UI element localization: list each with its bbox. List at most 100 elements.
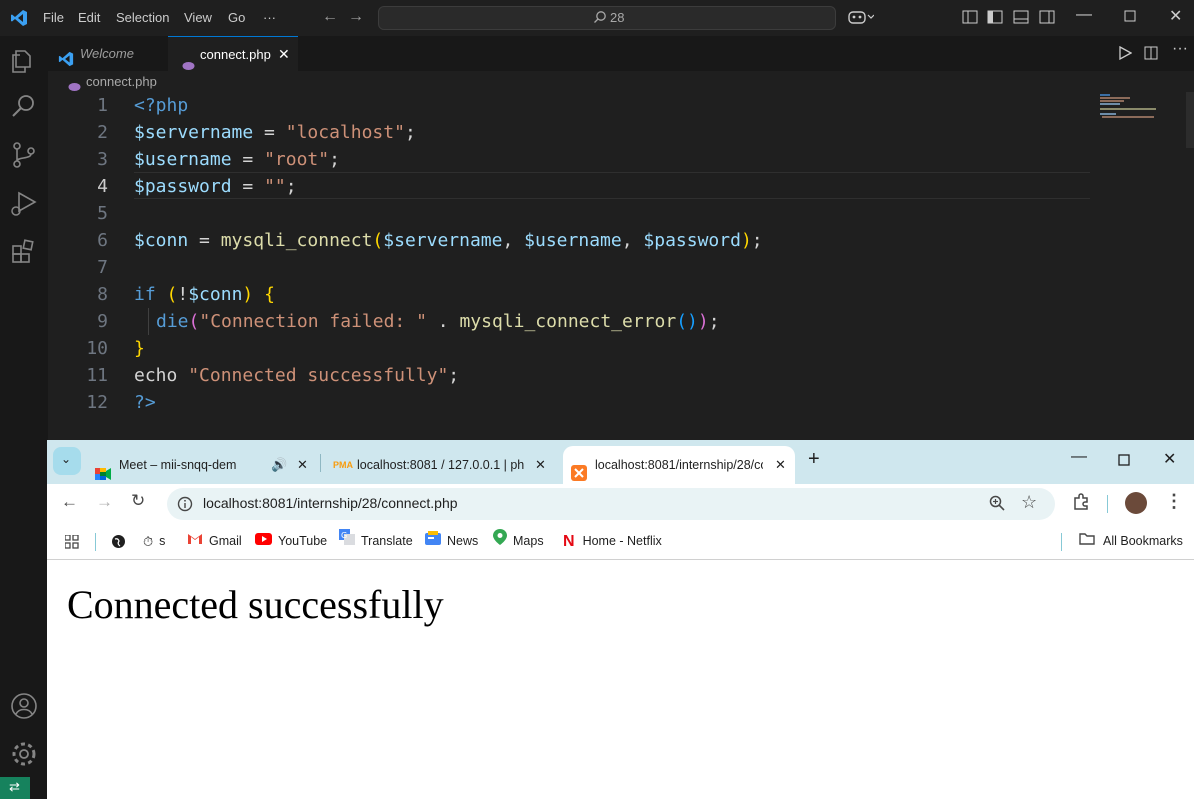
command-center-search[interactable]: 28 bbox=[378, 6, 836, 30]
folder-icon bbox=[1079, 524, 1095, 559]
run-debug-icon[interactable] bbox=[10, 189, 38, 217]
svg-text:G: G bbox=[341, 531, 347, 540]
menu-go[interactable]: Go bbox=[228, 10, 245, 25]
activity-bar: ⇄ bbox=[0, 36, 48, 799]
close-tab-icon[interactable]: ✕ bbox=[775, 446, 786, 484]
chrome-tab-strip: ⌄ Meet – mii-snqq-dem 🔊 ✕ PMA localhost:… bbox=[47, 440, 1194, 484]
tab-connect-php[interactable]: connect.php ✕ bbox=[168, 36, 298, 71]
new-tab-icon[interactable]: + bbox=[808, 448, 820, 471]
address-bar[interactable]: localhost:8081/internship/28/connect.php… bbox=[167, 488, 1055, 520]
minimize-icon[interactable]: — bbox=[1071, 448, 1087, 466]
editor-scrollbar[interactable] bbox=[1186, 92, 1194, 148]
line-number: 10 bbox=[86, 338, 108, 359]
close-icon[interactable]: ✕ bbox=[1169, 6, 1182, 26]
netflix-icon: N bbox=[563, 533, 575, 551]
bookmarks-bar: ⏱ s Gmail YouTube G Translate News Maps NH… bbox=[47, 524, 1194, 560]
copilot-icon[interactable] bbox=[848, 9, 875, 28]
remote-indicator[interactable]: ⇄ bbox=[0, 777, 30, 799]
translate-icon: G bbox=[339, 524, 355, 559]
code-line: $username = "root"; bbox=[134, 149, 340, 170]
tab-meet[interactable]: Meet – mii-snqq-dem 🔊 ✕ bbox=[87, 446, 315, 484]
menu-edit[interactable]: Edit bbox=[78, 10, 100, 25]
split-editor-icon[interactable] bbox=[1144, 46, 1158, 65]
more-actions-icon[interactable]: ··· bbox=[1172, 40, 1188, 58]
extensions-icon[interactable] bbox=[1072, 493, 1090, 516]
menu-selection[interactable]: Selection bbox=[116, 10, 169, 25]
tab-title: localhost:8081 / 127.0.0.1 | phpMyAdmin bbox=[357, 458, 525, 472]
line-number: 8 bbox=[97, 284, 108, 305]
site-info-icon[interactable] bbox=[177, 496, 193, 515]
audio-playing-icon[interactable]: 🔊 bbox=[271, 446, 287, 484]
history-icon: ⏱ bbox=[143, 534, 154, 550]
back-arrow-icon[interactable]: ← bbox=[61, 492, 78, 512]
minimap-line bbox=[1100, 97, 1130, 99]
minimap[interactable] bbox=[1098, 92, 1158, 122]
maximize-icon[interactable] bbox=[1124, 10, 1136, 25]
tab-search-button[interactable]: ⌄ bbox=[53, 447, 81, 475]
line-number: 7 bbox=[97, 257, 108, 278]
menu-more[interactable]: ··· bbox=[263, 10, 276, 25]
code-line: <?php bbox=[134, 95, 189, 116]
bookmark-divider bbox=[95, 533, 96, 551]
toggle-secondary-sidebar-icon[interactable] bbox=[1039, 10, 1055, 27]
source-control-icon[interactable] bbox=[10, 141, 38, 169]
remote-icon: ⇄ bbox=[9, 779, 20, 794]
minimize-icon[interactable]: — bbox=[1076, 6, 1092, 24]
menu-file[interactable]: File bbox=[43, 10, 64, 25]
line-number: 9 bbox=[97, 311, 108, 332]
zoom-icon[interactable] bbox=[989, 495, 1005, 514]
reload-icon[interactable]: ↻ bbox=[131, 491, 145, 511]
line-number: 4 bbox=[97, 176, 108, 197]
close-tab-icon[interactable]: ✕ bbox=[535, 446, 546, 484]
back-arrow-icon[interactable]: ← bbox=[322, 8, 338, 26]
run-icon[interactable] bbox=[1118, 45, 1133, 65]
tab-divider bbox=[320, 454, 321, 472]
account-icon[interactable] bbox=[10, 692, 38, 720]
all-bookmarks-button[interactable]: All Bookmarks bbox=[1079, 524, 1183, 559]
line-number: 3 bbox=[97, 149, 108, 170]
forward-arrow-icon[interactable]: → bbox=[96, 492, 113, 512]
menu-kebab-icon[interactable]: ⋮ bbox=[1165, 491, 1183, 512]
settings-gear-icon[interactable] bbox=[10, 740, 38, 768]
line-number: 2 bbox=[97, 122, 108, 143]
tab-title: localhost:8081/internship/28/connect.php bbox=[595, 458, 763, 472]
forward-arrow-icon[interactable]: → bbox=[348, 8, 364, 26]
extensions-icon[interactable] bbox=[10, 237, 38, 265]
vscode-logo-icon bbox=[10, 9, 28, 30]
bookmark-star-icon[interactable]: ☆ bbox=[1021, 492, 1037, 513]
bookmark-translate[interactable]: G Translate bbox=[339, 524, 413, 559]
bookmark-youtube[interactable]: YouTube bbox=[255, 524, 327, 559]
bookmark-s[interactable]: ⏱ s bbox=[143, 524, 165, 559]
breadcrumb-file[interactable]: connect.php bbox=[86, 71, 157, 93]
gmail-icon bbox=[187, 524, 203, 559]
bookmark-maps[interactable]: Maps bbox=[493, 524, 544, 559]
minimap-line bbox=[1100, 103, 1120, 105]
code-line: } bbox=[134, 338, 145, 359]
customize-layout-icon[interactable] bbox=[962, 10, 978, 27]
toggle-primary-sidebar-icon[interactable] bbox=[987, 10, 1003, 27]
bookmark-gmail[interactable]: Gmail bbox=[187, 524, 242, 559]
avatar[interactable] bbox=[1125, 492, 1147, 514]
globe-icon[interactable] bbox=[111, 534, 126, 552]
apps-grid-icon[interactable] bbox=[64, 534, 79, 552]
vscode-titlebar: File Edit Selection View Go ··· ← → 28 —… bbox=[0, 0, 1194, 36]
tab-connect-php[interactable]: localhost:8081/internship/28/connect.php… bbox=[563, 446, 795, 484]
tab-welcome[interactable]: Welcome bbox=[48, 36, 166, 71]
tab-label: Welcome bbox=[80, 46, 134, 61]
bookmark-netflix[interactable]: N Home - Netflix bbox=[563, 524, 662, 559]
close-icon[interactable]: ✕ bbox=[1163, 449, 1176, 469]
minimap-line bbox=[1100, 94, 1110, 96]
bookmark-news[interactable]: News bbox=[425, 524, 478, 559]
youtube-icon bbox=[255, 524, 272, 559]
chrome-window: ⌄ Meet – mii-snqq-dem 🔊 ✕ PMA localhost:… bbox=[47, 440, 1194, 799]
menu-view[interactable]: View bbox=[184, 10, 212, 25]
maps-icon bbox=[493, 524, 507, 559]
tab-phpmyadmin[interactable]: PMA localhost:8081 / 127.0.0.1 | phpMyAd… bbox=[325, 446, 553, 484]
search-icon[interactable] bbox=[10, 93, 38, 121]
toggle-panel-icon[interactable] bbox=[1013, 10, 1029, 27]
close-tab-icon[interactable]: ✕ bbox=[278, 37, 290, 72]
close-tab-icon[interactable]: ✕ bbox=[297, 446, 308, 484]
maximize-icon[interactable] bbox=[1118, 453, 1130, 471]
toolbar-divider bbox=[1107, 495, 1108, 513]
explorer-icon[interactable] bbox=[10, 47, 38, 75]
